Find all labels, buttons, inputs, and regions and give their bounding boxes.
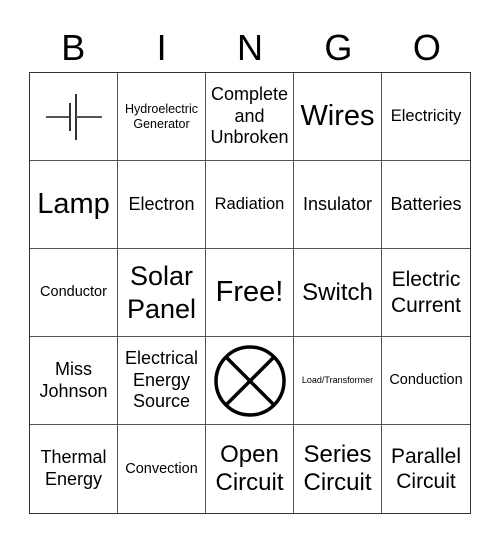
cell-text: Hydroelectric Generator xyxy=(125,102,198,131)
bingo-cell[interactable]: Lamp xyxy=(30,161,118,249)
bingo-cell[interactable]: Electric Current xyxy=(382,249,470,337)
bingo-cell[interactable]: Thermal Energy xyxy=(30,425,118,513)
cell-text: Miss Johnson xyxy=(39,358,108,401)
bingo-cell[interactable]: Complete and Unbroken xyxy=(206,73,294,161)
lamp-symbol-icon xyxy=(213,344,286,417)
cell-text: Complete and Unbroken xyxy=(210,84,289,148)
cell-text: Thermal Energy xyxy=(40,447,107,489)
bingo-cell[interactable]: Electron xyxy=(118,161,206,249)
bingo-cell[interactable]: Switch xyxy=(294,249,382,337)
cell-text: Switch xyxy=(302,278,373,306)
cell-text: Load/Transformer xyxy=(301,375,374,386)
cell-text: Solar Panel xyxy=(126,261,197,324)
cell-text: Lamp xyxy=(37,187,110,220)
header-letter-b: B xyxy=(61,27,86,68)
header-letter-i: I xyxy=(156,27,167,68)
bingo-cell[interactable]: Conduction xyxy=(382,337,470,425)
cell-text: Batteries xyxy=(390,193,462,214)
bingo-cell[interactable]: Parallel Circuit xyxy=(382,425,470,513)
bingo-cell[interactable]: Open Circuit xyxy=(206,425,294,513)
cell-text: Free! xyxy=(215,275,284,308)
bingo-cell[interactable]: Solar Panel xyxy=(118,249,206,337)
bingo-cell[interactable]: Insulator xyxy=(294,161,382,249)
cell-text: Electron xyxy=(128,193,195,214)
bingo-cell[interactable]: Electricity xyxy=(382,73,470,161)
header-letter-g: G xyxy=(324,27,353,68)
cell-text: Parallel Circuit xyxy=(390,444,462,493)
cell-text: Convection xyxy=(125,460,198,477)
bingo-cell[interactable]: Load/Transformer xyxy=(294,337,382,425)
cell-text: Electricity xyxy=(390,107,462,126)
cell-text: Open Circuit xyxy=(215,441,284,496)
cell-text: Conductor xyxy=(40,284,107,301)
cell-text: Electrical Energy Source xyxy=(124,348,199,412)
bingo-cell[interactable] xyxy=(206,337,294,425)
bingo-cell[interactable]: Electrical Energy Source xyxy=(118,337,206,425)
cell-text: Insulator xyxy=(302,193,373,214)
bingo-cell[interactable]: Hydroelectric Generator xyxy=(118,73,206,161)
bingo-cell[interactable]: Series Circuit xyxy=(294,425,382,513)
battery-symbol-icon xyxy=(45,93,102,140)
bingo-cell[interactable]: Conductor xyxy=(30,249,118,337)
bingo-cell[interactable]: Miss Johnson xyxy=(30,337,118,425)
cell-text: Radiation xyxy=(214,195,285,214)
cell-text: Wires xyxy=(300,99,375,132)
cell-text: Series Circuit xyxy=(303,441,372,496)
header-letter-o: O xyxy=(412,27,441,68)
cell-text: Electric Current xyxy=(390,268,462,317)
bingo-cell[interactable]: Wires xyxy=(294,73,382,161)
bingo-cell[interactable]: Convection xyxy=(118,425,206,513)
free-space-cell[interactable]: Free! xyxy=(206,249,294,337)
bingo-cell[interactable]: Batteries xyxy=(382,161,470,249)
cell-text: Conduction xyxy=(389,372,463,389)
bingo-cell[interactable] xyxy=(30,73,118,161)
bingo-card: Hydroelectric Generator Complete and Unb… xyxy=(29,72,471,514)
bingo-header: B I N G O xyxy=(29,26,471,70)
header-letter-n: N xyxy=(237,27,264,68)
bingo-cell[interactable]: Radiation xyxy=(206,161,294,249)
